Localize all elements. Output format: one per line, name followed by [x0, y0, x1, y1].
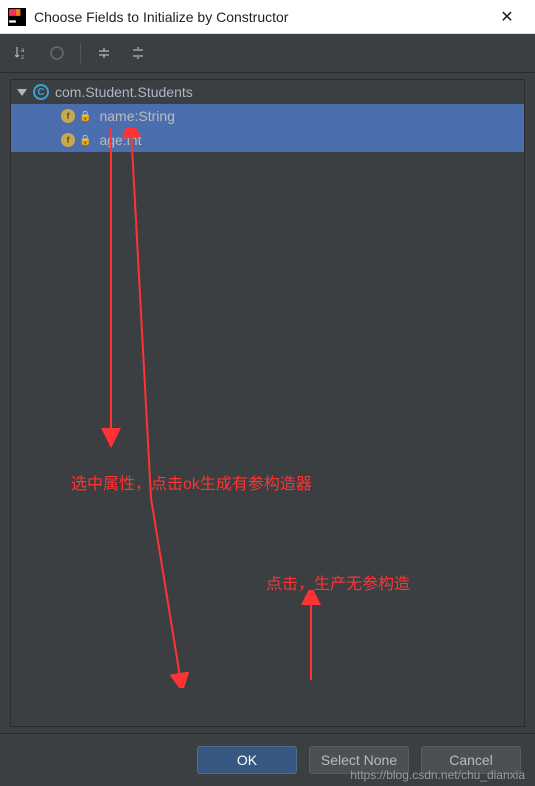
collapse-all-icon[interactable]: [125, 40, 151, 66]
annotation-arrow: [291, 590, 341, 690]
svg-text:z: z: [21, 55, 24, 61]
intellij-icon: [8, 8, 26, 26]
expand-all-icon[interactable]: [91, 40, 117, 66]
annotation-text: 选中属性，点击ok生成有参构造器: [71, 470, 312, 494]
field-node[interactable]: f 🔒 age:int: [11, 128, 524, 152]
expand-triangle-icon[interactable]: [17, 89, 27, 96]
toolbar: az: [0, 34, 535, 73]
close-icon[interactable]: ✕: [487, 7, 527, 27]
dialog-body: az C com.Student.Students f 🔒 name:Strin…: [0, 34, 535, 786]
field-icon: f: [61, 133, 75, 147]
class-node[interactable]: C com.Student.Students: [11, 80, 524, 104]
dialog-title: Choose Fields to Initialize by Construct…: [34, 9, 487, 25]
annotation-text: 点击，生产无参构造: [266, 570, 410, 594]
field-icon: f: [61, 109, 75, 123]
svg-text:a: a: [21, 48, 25, 54]
annotation-arrow: [91, 128, 131, 448]
ok-button[interactable]: OK: [197, 746, 297, 774]
sort-alpha-icon[interactable]: az: [10, 40, 36, 66]
circle-icon[interactable]: [44, 40, 70, 66]
lock-icon: 🔒: [79, 111, 91, 122]
fields-tree[interactable]: C com.Student.Students f 🔒 name:String f…: [10, 79, 525, 727]
field-node[interactable]: f 🔒 name:String: [11, 104, 524, 128]
field-label: name:String: [99, 108, 174, 124]
class-icon: C: [33, 84, 49, 100]
class-name: com.Student.Students: [55, 84, 193, 100]
titlebar: Choose Fields to Initialize by Construct…: [0, 0, 535, 34]
field-label: age:int: [99, 132, 141, 148]
lock-icon: 🔒: [79, 135, 91, 146]
watermark: https://blog.csdn.net/chu_dianxia: [350, 768, 525, 782]
annotation-arrow: [121, 128, 221, 688]
toolbar-separator: [80, 43, 81, 63]
